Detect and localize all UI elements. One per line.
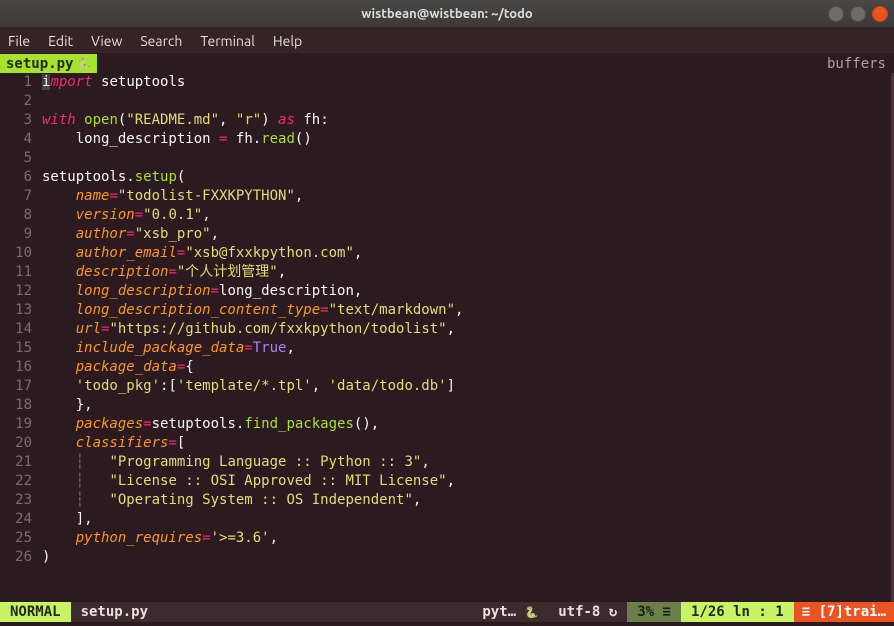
line-number: 4 bbox=[0, 130, 32, 149]
code-line[interactable]: packages=setuptools.find_packages(), bbox=[42, 415, 891, 434]
hamburger-icon: ≡ bbox=[663, 604, 671, 620]
code-line[interactable]: author="xsb_pro", bbox=[42, 225, 891, 244]
code-line[interactable]: with open("README.md", "r") as fh: bbox=[42, 111, 891, 130]
line-number: 20 bbox=[0, 434, 32, 453]
code-line[interactable]: }, bbox=[42, 396, 891, 415]
code-line[interactable]: import setuptools bbox=[42, 73, 891, 92]
editor-area[interactable]: 1234567891011121314151617181920212223242… bbox=[0, 73, 894, 602]
line-number: 15 bbox=[0, 339, 32, 358]
line-number: 18 bbox=[0, 396, 32, 415]
code-line[interactable]: version="0.0.1", bbox=[42, 206, 891, 225]
code-line[interactable]: author_email="xsb@fxxkpython.com", bbox=[42, 244, 891, 263]
line-number: 14 bbox=[0, 320, 32, 339]
code-line[interactable]: ) bbox=[42, 548, 891, 567]
line-number: 17 bbox=[0, 377, 32, 396]
reload-icon: ↻ bbox=[609, 604, 617, 620]
code-line[interactable]: 'todo_pkg':['template/*.tpl', 'data/todo… bbox=[42, 377, 891, 396]
line-number-gutter: 1234567891011121314151617181920212223242… bbox=[0, 73, 38, 602]
line-number: 2 bbox=[0, 92, 32, 111]
window-titlebar: wistbean@wistbean: ~/todo bbox=[0, 0, 894, 28]
code-line[interactable]: ┆ "License :: OSI Approved :: MIT Licens… bbox=[42, 472, 891, 491]
menu-edit[interactable]: Edit bbox=[48, 33, 73, 49]
line-number: 8 bbox=[0, 206, 32, 225]
status-percent: 3% ≡ bbox=[627, 602, 681, 622]
status-filename: setup.py bbox=[71, 602, 158, 622]
line-number: 16 bbox=[0, 358, 32, 377]
code-line[interactable]: classifiers=[ bbox=[42, 434, 891, 453]
code-line[interactable] bbox=[42, 149, 891, 168]
code-line[interactable]: name="todolist-FXXKPYTHON", bbox=[42, 187, 891, 206]
menu-bar: File Edit View Search Terminal Help bbox=[0, 28, 894, 54]
code-line[interactable]: url="https://github.com/fxxkpython/todol… bbox=[42, 320, 891, 339]
line-number: 5 bbox=[0, 149, 32, 168]
menu-view[interactable]: View bbox=[91, 33, 122, 49]
code-line[interactable]: ], bbox=[42, 510, 891, 529]
line-number: 10 bbox=[0, 244, 32, 263]
code-content[interactable]: import setuptools with open("README.md", … bbox=[38, 73, 891, 602]
window-controls bbox=[828, 6, 888, 22]
line-number: 24 bbox=[0, 510, 32, 529]
code-line[interactable] bbox=[42, 92, 891, 111]
code-line[interactable]: ┆ "Programming Language :: Python :: 3", bbox=[42, 453, 891, 472]
code-line[interactable]: long_description=long_description, bbox=[42, 282, 891, 301]
line-number: 25 bbox=[0, 529, 32, 548]
code-line[interactable]: python_requires='>=3.6', bbox=[42, 529, 891, 548]
status-bar: NORMAL setup.py pyt… 🐍 utf-8 ↻ 3% ≡ 1/26… bbox=[0, 602, 894, 622]
maximize-button[interactable] bbox=[850, 6, 866, 22]
line-number: 6 bbox=[0, 168, 32, 187]
code-line[interactable]: long_description_content_type="text/mark… bbox=[42, 301, 891, 320]
minimize-button[interactable] bbox=[828, 6, 844, 22]
window-title: wistbean@wistbean: ~/todo bbox=[0, 7, 894, 21]
menu-file[interactable]: File bbox=[8, 33, 30, 49]
line-number: 11 bbox=[0, 263, 32, 282]
line-number: 9 bbox=[0, 225, 32, 244]
status-extra: ≡ [7]trai… bbox=[794, 602, 894, 622]
status-spacer bbox=[158, 602, 472, 622]
tab-label: setup.py bbox=[6, 56, 73, 72]
status-filetype: pyt… 🐍 bbox=[472, 602, 548, 622]
hamburger-icon: ≡ bbox=[802, 604, 819, 620]
line-number: 12 bbox=[0, 282, 32, 301]
menu-terminal[interactable]: Terminal bbox=[200, 33, 255, 49]
status-encoding: utf-8 ↻ bbox=[548, 602, 627, 622]
line-number: 19 bbox=[0, 415, 32, 434]
code-line[interactable]: description="个人计划管理", bbox=[42, 263, 891, 282]
menu-search[interactable]: Search bbox=[140, 33, 182, 49]
line-number: 13 bbox=[0, 301, 32, 320]
line-number: 22 bbox=[0, 472, 32, 491]
status-position: 1/26 ln : 1 bbox=[681, 602, 794, 622]
line-number: 7 bbox=[0, 187, 32, 206]
line-number: 3 bbox=[0, 111, 32, 130]
code-line[interactable]: setuptools.setup( bbox=[42, 168, 891, 187]
status-mode: NORMAL bbox=[0, 602, 71, 622]
code-line[interactable]: ┆ "Operating System :: OS Independent", bbox=[42, 491, 891, 510]
menu-help[interactable]: Help bbox=[273, 33, 302, 49]
code-line[interactable]: package_data={ bbox=[42, 358, 891, 377]
close-button[interactable] bbox=[872, 6, 888, 22]
code-line[interactable]: include_package_data=True, bbox=[42, 339, 891, 358]
tabbar-right-label: buffers bbox=[827, 54, 894, 73]
code-line[interactable]: long_description = fh.read() bbox=[42, 130, 891, 149]
line-number: 26 bbox=[0, 548, 32, 567]
buffer-tabbar: setup.py 🐍 buffers bbox=[0, 54, 894, 73]
python-icon: 🐍 bbox=[525, 606, 539, 619]
tab-setup-py[interactable]: setup.py 🐍 bbox=[0, 54, 97, 73]
line-number: 1 bbox=[0, 73, 32, 92]
line-number: 21 bbox=[0, 453, 32, 472]
line-number: 23 bbox=[0, 491, 32, 510]
python-icon: 🐍 bbox=[77, 57, 91, 70]
